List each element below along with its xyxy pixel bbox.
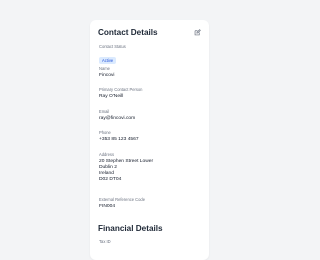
email-field: Email ray@fincovi.com — [99, 109, 203, 122]
edit-icon[interactable] — [194, 29, 201, 36]
phone-label: Phone — [99, 130, 111, 135]
status-badge: Active — [99, 57, 117, 64]
phone-field: Phone +353 85 123 4567 — [99, 130, 203, 143]
name-value: Fincovi — [99, 72, 115, 78]
email-label: Email — [99, 109, 110, 114]
primary-contact-field: Primary Contact Person Ray O'Neill — [99, 87, 203, 100]
email-value[interactable]: ray@fincovi.com — [99, 116, 203, 122]
name-field: Name Fincovi — [99, 66, 203, 79]
contact-status-label: Contact Status — [99, 44, 126, 49]
contact-status-field: Contact Status Active — [99, 44, 203, 67]
tax-id-label: Tax ID — [99, 239, 111, 244]
primary-contact-label: Primary Contact Person — [99, 87, 143, 92]
financial-details-header: Financial Details — [98, 224, 201, 233]
external-reference-label: External Reference Code — [99, 197, 145, 202]
financial-details-title: Financial Details — [98, 224, 163, 233]
name-label: Name — [99, 66, 110, 71]
external-reference-value: FIN004 — [99, 203, 116, 209]
tax-id-field: Tax ID — [99, 239, 203, 244]
external-reference-field: External Reference Code FIN004 — [99, 197, 203, 210]
address-line: D02 DT04 — [99, 177, 122, 183]
phone-value: +353 85 123 4567 — [99, 136, 139, 142]
primary-contact-value: Ray O'Neill — [99, 93, 124, 99]
contact-details-card: Contact Details Contact Status Active Na… — [90, 20, 209, 260]
contact-details-header: Contact Details — [98, 28, 201, 37]
address-label: Address — [99, 152, 115, 157]
contact-details-title: Contact Details — [98, 28, 158, 37]
address-field: Address 20 Stephen Street Lower Dublin 2… — [99, 152, 203, 184]
